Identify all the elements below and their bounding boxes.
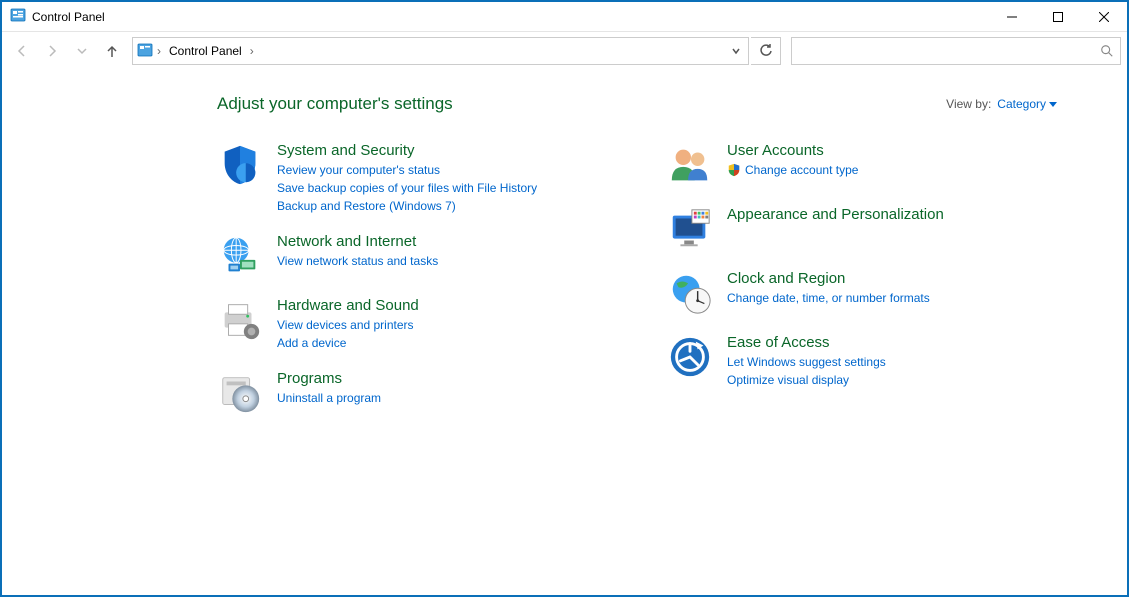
category-link[interactable]: Optimize visual display: [727, 371, 1057, 389]
close-button[interactable]: [1081, 2, 1127, 32]
recent-locations-button[interactable]: [68, 37, 96, 65]
control-panel-icon: [137, 42, 153, 61]
category-user-accounts: User Accounts Change account type: [667, 142, 1057, 188]
category-title[interactable]: Ease of Access: [727, 334, 1057, 351]
categories-grid: System and Security Review your computer…: [217, 142, 1057, 434]
minimize-button[interactable]: [989, 2, 1035, 32]
ease-of-access-icon: [667, 334, 713, 380]
category-network-internet: Network and Internet View network status…: [217, 233, 607, 279]
up-button[interactable]: [98, 37, 126, 65]
window-title: Control Panel: [32, 10, 105, 24]
category-link[interactable]: Let Windows suggest settings: [727, 353, 1057, 371]
search-icon: [1100, 44, 1114, 58]
uac-shield-icon: [727, 163, 741, 177]
category-title[interactable]: Network and Internet: [277, 233, 607, 250]
category-title[interactable]: Hardware and Sound: [277, 297, 607, 314]
category-programs: Programs Uninstall a program: [217, 370, 607, 416]
category-system-security: System and Security Review your computer…: [217, 142, 607, 215]
category-ease-of-access: Ease of Access Let Windows suggest setti…: [667, 334, 1057, 389]
shield-icon: [217, 142, 263, 188]
column-right: User Accounts Change account type Appear…: [667, 142, 1057, 434]
category-link[interactable]: Backup and Restore (Windows 7): [277, 197, 607, 215]
clock-globe-icon: [667, 270, 713, 316]
search-box[interactable]: [791, 37, 1121, 65]
category-link[interactable]: Review your computer's status: [277, 161, 607, 179]
maximize-button[interactable]: [1035, 2, 1081, 32]
category-title[interactable]: System and Security: [277, 142, 607, 159]
column-left: System and Security Review your computer…: [217, 142, 607, 434]
globe-network-icon: [217, 233, 263, 279]
search-input[interactable]: [798, 44, 1100, 58]
category-title[interactable]: User Accounts: [727, 142, 1057, 159]
category-title[interactable]: Clock and Region: [727, 270, 1057, 287]
chevron-right-icon[interactable]: ›: [250, 44, 254, 58]
navbar: › Control Panel ›: [2, 32, 1127, 70]
category-clock-region: Clock and Region Change date, time, or n…: [667, 270, 1057, 316]
breadcrumb-item[interactable]: Control Panel: [165, 42, 246, 60]
category-link[interactable]: Change account type: [745, 161, 858, 179]
chevron-right-icon[interactable]: ›: [157, 44, 161, 58]
titlebar-controls: [989, 2, 1127, 32]
users-icon: [667, 142, 713, 188]
control-panel-icon: [10, 7, 26, 26]
category-title[interactable]: Appearance and Personalization: [727, 206, 1057, 223]
category-title[interactable]: Programs: [277, 370, 607, 387]
window: Control Panel › Control Panel › Adj: [0, 0, 1129, 597]
view-by-dropdown[interactable]: Category: [997, 97, 1057, 111]
programs-disc-icon: [217, 370, 263, 416]
address-bar[interactable]: › Control Panel ›: [132, 37, 749, 65]
category-link[interactable]: Uninstall a program: [277, 389, 607, 407]
category-link[interactable]: Change date, time, or number formats: [727, 289, 1057, 307]
refresh-button[interactable]: [751, 37, 781, 65]
view-by-value: Category: [997, 97, 1046, 111]
category-hardware-sound: Hardware and Sound View devices and prin…: [217, 297, 607, 352]
content-area: Adjust your computer's settings View by:…: [2, 70, 1127, 595]
category-link[interactable]: View network status and tasks: [277, 252, 607, 270]
view-by-label: View by:: [946, 97, 991, 111]
monitor-colors-icon: [667, 206, 713, 252]
category-link[interactable]: View devices and printers: [277, 316, 607, 334]
address-dropdown-button[interactable]: [724, 38, 748, 64]
page-title: Adjust your computer's settings: [217, 94, 453, 114]
content-header: Adjust your computer's settings View by:…: [217, 94, 1057, 114]
category-link[interactable]: Add a device: [277, 334, 607, 352]
back-button[interactable]: [8, 37, 36, 65]
printer-icon: [217, 297, 263, 343]
view-by-control: View by: Category: [946, 97, 1057, 111]
category-appearance: Appearance and Personalization: [667, 206, 1057, 252]
titlebar: Control Panel: [2, 2, 1127, 32]
forward-button[interactable]: [38, 37, 66, 65]
category-link[interactable]: Save backup copies of your files with Fi…: [277, 179, 607, 197]
